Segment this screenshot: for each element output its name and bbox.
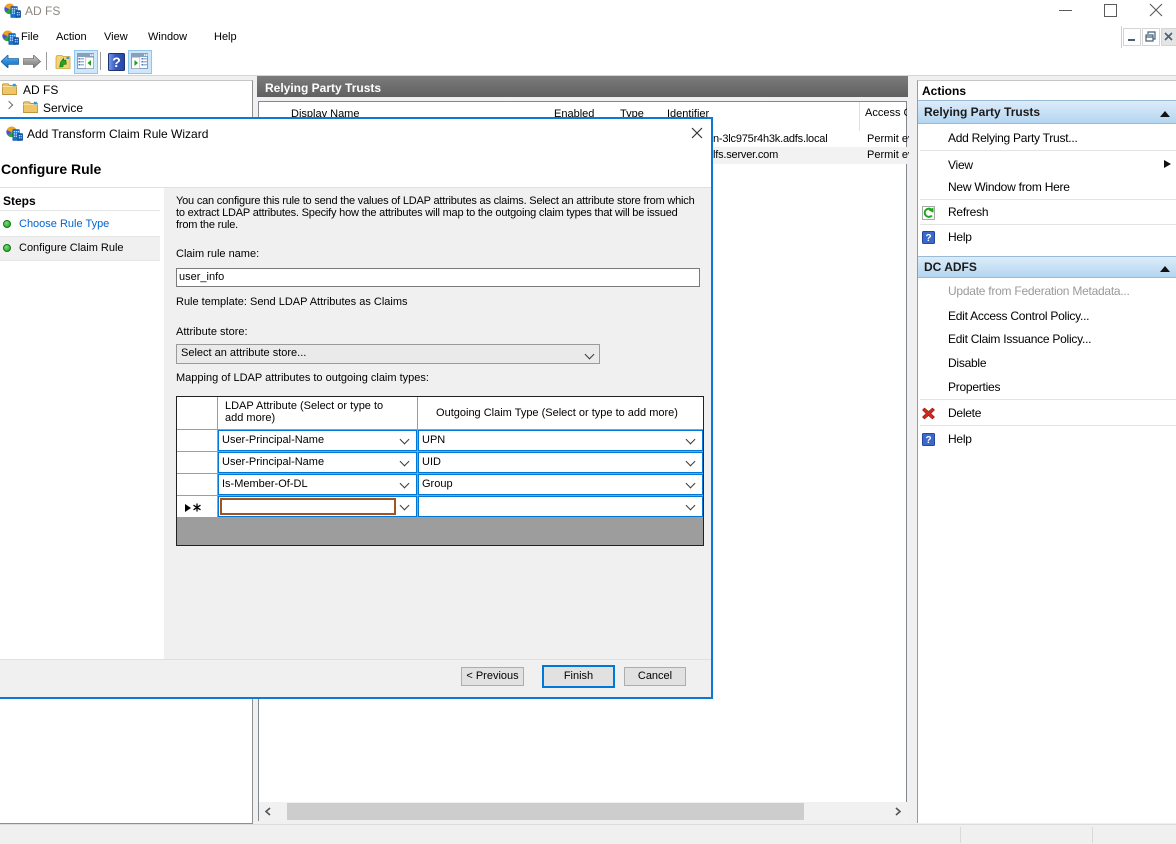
svg-text:?: ?: [112, 54, 121, 70]
svg-text:?: ?: [925, 435, 931, 446]
svg-text:?: ?: [925, 233, 931, 244]
